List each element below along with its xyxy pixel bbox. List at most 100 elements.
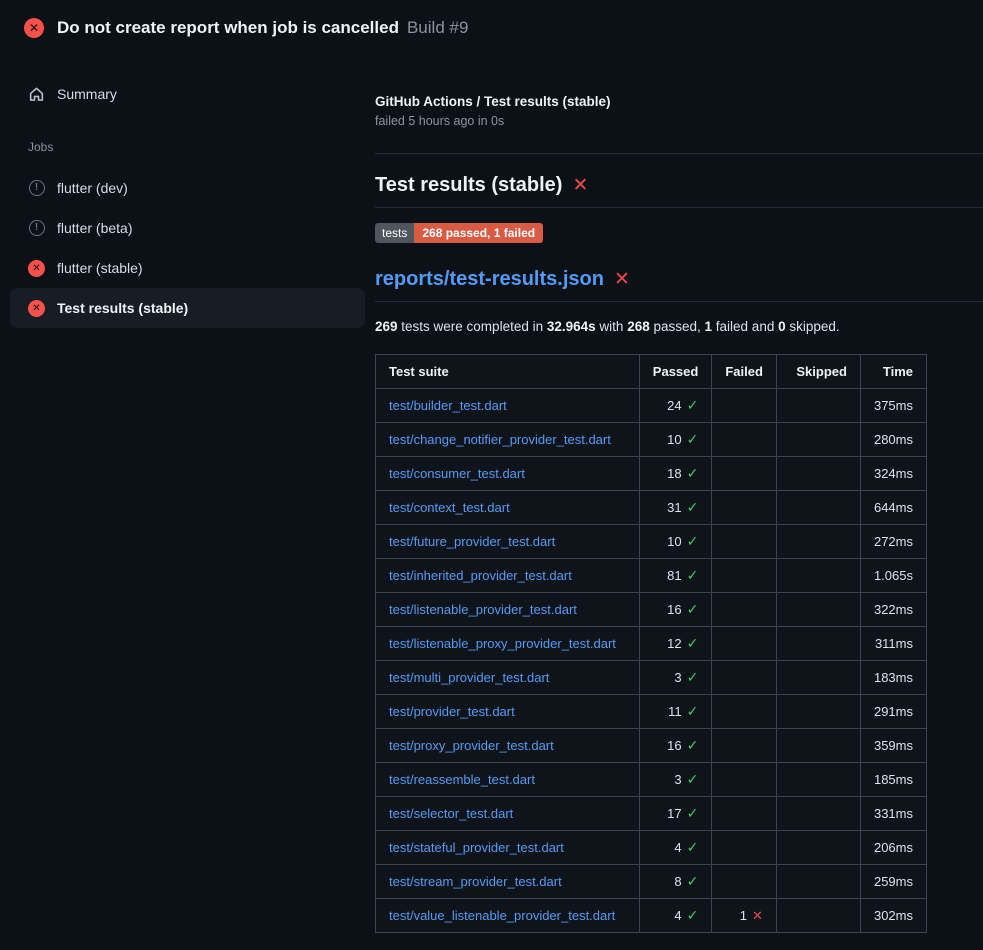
failed-status-icon: ✕ [28,300,45,317]
summary-segment: passed, [650,319,705,334]
failed-status-icon: ✕ [28,300,45,317]
suite-link[interactable]: test/value_listenable_provider_test.dart [389,908,615,923]
table-row: test/multi_provider_test.dart3✓183ms [376,661,927,695]
failed-cell [712,865,777,899]
suite-link[interactable]: test/inherited_provider_test.dart [389,568,572,583]
table-row: test/reassemble_test.dart3✓185ms [376,763,927,797]
suite-link[interactable]: test/builder_test.dart [389,398,507,413]
tests-badge: tests 268 passed, 1 failed [375,223,543,243]
neutral-status-icon: ! [28,220,45,236]
badge-label: tests [375,223,414,243]
neutral-status-icon: ! [28,180,45,196]
suite-link[interactable]: test/future_provider_test.dart [389,534,555,549]
summary-segment: failed and [712,319,778,334]
report-title: reports/test-results.json ✕ [375,268,983,302]
time-cell: 331ms [860,797,926,831]
passed-cell: 11✓ [639,695,712,729]
suite-cell: test/consumer_test.dart [376,457,640,491]
page-header: ✕ Do not create report when job is cance… [0,0,983,56]
failed-cell [712,729,777,763]
skipped-cell [776,525,860,559]
table-row: test/listenable_provider_test.dart16✓322… [376,593,927,627]
suite-link[interactable]: test/proxy_provider_test.dart [389,738,554,753]
time-cell: 206ms [860,831,926,865]
passed-count: 3 [674,670,681,685]
sidebar-job-item[interactable]: ✕ Test results (stable) [10,288,365,328]
passed-count: 10 [667,432,681,447]
failed-cell: 1✕ [712,899,777,933]
sidebar-job-item[interactable]: !flutter (beta) [10,208,365,248]
skipped-cell [776,423,860,457]
skipped-cell [776,491,860,525]
sidebar-item-label: flutter (stable) [57,260,143,276]
passed-cell: 4✓ [639,899,712,933]
suite-link[interactable]: test/multi_provider_test.dart [389,670,549,685]
col-header-test-suite: Test suite [376,355,640,389]
sidebar-item-summary[interactable]: Summary [10,74,365,114]
passed-count: 16 [667,602,681,617]
col-header-passed: Passed [639,355,712,389]
passed-count: 81 [667,568,681,583]
sidebar-job-item[interactable]: ✕ flutter (stable) [10,248,365,288]
passed-cell: 10 ✓ [639,423,712,457]
failed-status-icon: ✕ [28,260,45,277]
failed-cell [712,661,777,695]
suite-link[interactable]: test/listenable_provider_test.dart [389,602,577,617]
jobs-list: !flutter (dev)!flutter (beta) ✕ flutter (s… [0,168,375,328]
time-cell: 311ms [860,627,926,661]
time-cell: 359ms [860,729,926,763]
suite-link[interactable]: test/consumer_test.dart [389,466,525,481]
time-cell: 322ms [860,593,926,627]
section-title: Test results (stable) ✕ [375,174,983,208]
table-row: test/consumer_test.dart18✓324ms [376,457,927,491]
suite-cell: test/provider_test.dart [376,695,640,729]
failed-cell [712,389,777,423]
failed-x-icon: ✕ [572,176,588,195]
failed-cell [712,695,777,729]
suite-link[interactable]: test/provider_test.dart [389,704,515,719]
check-icon: ✓ [687,839,699,855]
passed-count: 11 [668,704,682,719]
table-row: test/future_provider_test.dart10✓272ms [376,525,927,559]
test-results-table: Test suite Passed Failed Skipped Time te… [375,354,927,933]
suite-link[interactable]: test/reassemble_test.dart [389,772,535,787]
time-cell: 324ms [860,457,926,491]
suite-cell: test/value_listenable_provider_test.dart [376,899,640,933]
suite-cell: test/inherited_provider_test.dart [376,559,640,593]
failed-cell [712,491,777,525]
suite-cell: test/proxy_provider_test.dart [376,729,640,763]
suite-cell: test/future_provider_test.dart [376,525,640,559]
passed-cell: 16✓ [639,729,712,763]
suite-link[interactable]: test/stateful_provider_test.dart [389,840,564,855]
skipped-cell [776,389,860,423]
main-content: GitHub Actions / Test results (stable) f… [375,56,983,933]
suite-link[interactable]: test/stream_provider_test.dart [389,874,562,889]
suite-cell: test/change_notifier_provider_test.dart [376,423,640,457]
failed-status-icon: ✕ [28,260,45,277]
sidebar-item-label: Test results (stable) [57,300,188,316]
x-icon: ✕ [752,908,763,923]
passed-cell: 3✓ [639,661,712,695]
failed-x-icon: ✕ [614,270,630,289]
suite-cell: test/stateful_provider_test.dart [376,831,640,865]
failed-cell [712,627,777,661]
check-icon: ✓ [687,873,699,889]
time-cell: 272ms [860,525,926,559]
skipped-cell [776,865,860,899]
skipped-cell [776,899,860,933]
summary-segment: 268 [627,319,650,334]
table-row: test/stream_provider_test.dart8✓259ms [376,865,927,899]
suite-link[interactable]: test/context_test.dart [389,500,510,515]
suite-link[interactable]: test/selector_test.dart [389,806,513,821]
suite-link[interactable]: test/change_notifier_provider_test.dart [389,432,611,447]
home-icon [28,86,45,103]
suite-link[interactable]: test/listenable_proxy_provider_test.dart [389,636,616,651]
passed-cell: 3✓ [639,763,712,797]
summary-segment: 0 [778,319,786,334]
col-header-skipped: Skipped [776,355,860,389]
report-file-link[interactable]: reports/test-results.json [375,268,604,291]
summary-segment: 32.964s [547,319,596,334]
check-icon: ✓ [687,431,699,447]
sidebar-job-item[interactable]: !flutter (dev) [10,168,365,208]
skipped-cell [776,729,860,763]
